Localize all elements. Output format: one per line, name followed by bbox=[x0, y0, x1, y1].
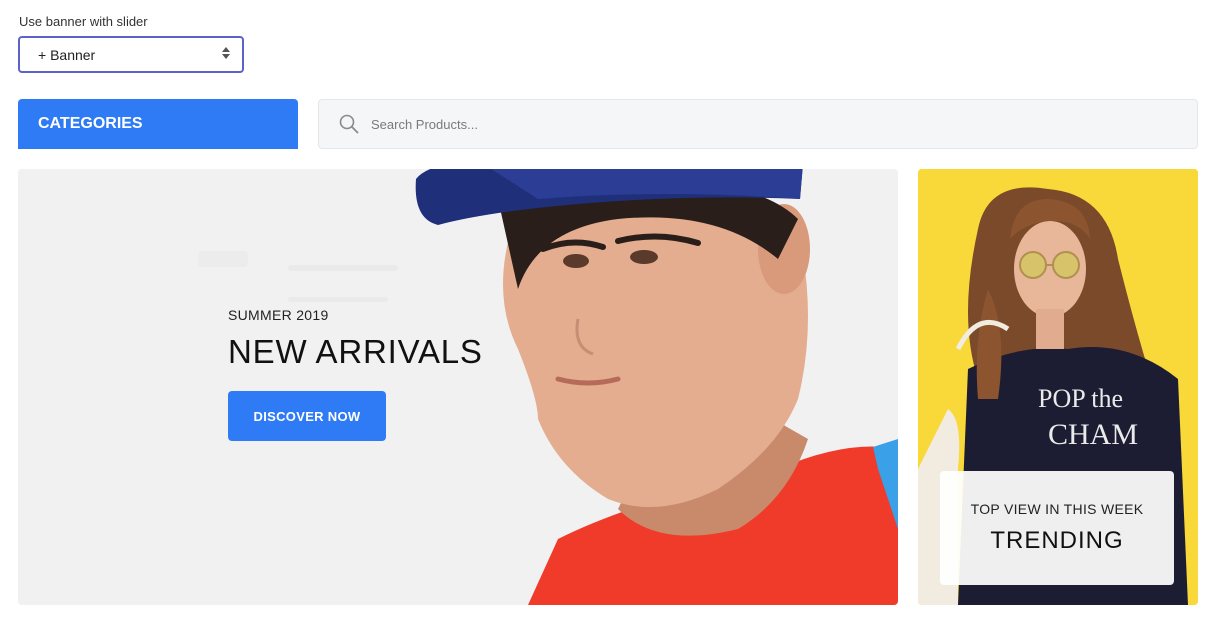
shirt-print-1: POP the bbox=[1038, 384, 1123, 413]
banner-type-select[interactable]: + Banner bbox=[18, 36, 244, 73]
trending-card[interactable]: TOP VIEW IN THIS WEEK TRENDING bbox=[940, 471, 1174, 585]
hero-eyebrow: SUMMER 2019 bbox=[228, 307, 329, 323]
categories-label: CATEGORIES bbox=[38, 115, 143, 132]
banner-mode-label: Use banner with slider bbox=[19, 14, 148, 29]
trending-title: TRENDING bbox=[990, 527, 1124, 554]
discover-now-button[interactable]: DISCOVER NOW bbox=[228, 391, 386, 441]
trending-subtitle: TOP VIEW IN THIS WEEK bbox=[970, 501, 1144, 517]
search-input[interactable] bbox=[371, 116, 1071, 132]
shirt-print-2: CHAM bbox=[1048, 418, 1138, 451]
banner-type-value: + Banner bbox=[38, 46, 96, 63]
hero-banner[interactable]: SUMMER 2019 NEW ARRIVALS DISCOVER NOW bbox=[18, 169, 898, 605]
search-bar[interactable] bbox=[318, 99, 1198, 149]
categories-button[interactable]: CATEGORIES bbox=[18, 99, 298, 149]
hero-title: NEW ARRIVALS bbox=[228, 333, 483, 370]
select-arrows-icon bbox=[222, 47, 230, 59]
trending-banner[interactable]: POP the CHAM TOP VIEW IN THIS WEEK TREND… bbox=[918, 169, 1198, 605]
search-icon bbox=[339, 114, 359, 134]
